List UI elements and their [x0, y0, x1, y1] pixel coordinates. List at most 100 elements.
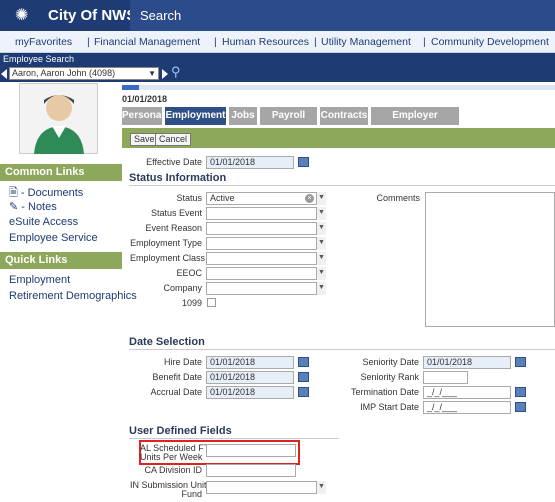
chevron-down-icon[interactable]: ▼ [316, 481, 326, 494]
tab-personal[interactable]: Personal [122, 107, 164, 125]
chevron-down-icon[interactable]: ▼ [316, 222, 326, 235]
tab-jobs[interactable]: Jobs [229, 107, 257, 125]
employee-select-value: Aaron, Aaron John (4098) [12, 68, 116, 78]
record-date: 01/01/2018 [122, 94, 168, 104]
city-logo-icon: ✺ [15, 7, 29, 24]
quick-link-retirement-demographics[interactable]: Retirement Demographics [9, 290, 137, 302]
nav-separator: | [314, 36, 317, 48]
seniority-rank-label: Seniority Rank [360, 372, 419, 382]
eeoc-label: EEOC [176, 268, 202, 278]
calendar-icon[interactable] [515, 402, 526, 412]
termination-date-field[interactable]: _/_/___ [423, 386, 511, 399]
calendar-icon[interactable] [298, 387, 309, 397]
chevron-down-icon[interactable]: ▼ [316, 207, 326, 220]
tab-contracts[interactable]: Contracts [320, 107, 368, 125]
global-search-input[interactable]: Search [130, 0, 555, 31]
status-label: Status [176, 193, 202, 203]
hire-date-field[interactable]: 01/01/2018 [206, 356, 294, 369]
tab-employer-reporting[interactable]: Employer Reporting [371, 107, 459, 139]
chevron-down-icon[interactable]: ▼ [316, 282, 326, 295]
documents-icon: 🗎 [9, 187, 18, 199]
cancel-button[interactable]: Cancel [155, 133, 192, 146]
eeoc-select[interactable] [206, 267, 326, 280]
next-employee-icon[interactable] [162, 69, 168, 79]
esuite-access-link[interactable]: eSuite Access [9, 216, 78, 228]
company-select[interactable] [206, 282, 326, 295]
benefit-date-field[interactable]: 01/01/2018 [206, 371, 294, 384]
record-progress-bar [122, 85, 555, 90]
calendar-icon[interactable] [298, 372, 309, 382]
accrual-date-label: Accrual Date [150, 387, 202, 397]
employment-class-select[interactable] [206, 252, 326, 265]
seniority-date-field[interactable]: 01/01/2018 [423, 356, 511, 369]
chevron-down-icon[interactable]: ▼ [316, 192, 326, 205]
employment-class-label: Employment Class [130, 253, 206, 263]
previous-employee-icon[interactable] [1, 69, 7, 79]
module-nav: myFavorites | Financial Management | Hum… [0, 31, 555, 53]
app-title: City Of NWS [48, 7, 137, 24]
nav-financial-management[interactable]: Financial Management [94, 36, 200, 48]
tab-payroll-data[interactable]: Payroll Data [260, 107, 317, 139]
status-event-label: Status Event [150, 208, 202, 218]
nav-separator: | [87, 36, 90, 48]
termination-date-label: Termination Date [350, 387, 419, 397]
quick-link-employment[interactable]: Employment [9, 274, 70, 286]
notes-icon: ✎ [9, 201, 19, 213]
ca-division-id-field[interactable] [206, 464, 296, 477]
nav-myfavorites[interactable]: myFavorites [15, 36, 72, 48]
comments-textarea[interactable] [425, 192, 555, 327]
status-information-title: Status Information [129, 172, 227, 184]
nav-separator: | [214, 36, 217, 48]
company-label: Company [163, 283, 202, 293]
calendar-icon[interactable] [298, 357, 309, 367]
chevron-down-icon: ▼ [148, 69, 156, 78]
nav-human-resources[interactable]: Human Resources [222, 36, 309, 48]
calendar-icon[interactable] [515, 387, 526, 397]
notes-link[interactable]: ✎ - Notes [9, 200, 57, 213]
al-scheduled-ft-label-line2: Units Per Week [140, 452, 203, 462]
effective-date-field[interactable]: 01/01/2018 [206, 156, 294, 169]
event-reason-select[interactable] [206, 222, 326, 235]
clear-icon[interactable]: × [305, 194, 314, 203]
employee-select[interactable]: Aaron, Aaron John (4098) ▼ [9, 67, 159, 80]
section-divider [129, 438, 339, 439]
imp-start-date-label: IMP Start Date [360, 402, 419, 412]
status-event-select[interactable] [206, 207, 326, 220]
chevron-down-icon[interactable]: ▼ [316, 267, 326, 280]
nav-community-development[interactable]: Community Development [431, 36, 549, 48]
employee-search-header: Employee Search [0, 53, 555, 66]
effective-date-label: Effective Date [146, 157, 202, 167]
date-selection-title: Date Selection [129, 336, 205, 348]
imp-start-date-field[interactable]: _/_/___ [423, 401, 511, 414]
calendar-icon[interactable] [298, 157, 309, 167]
al-scheduled-ft-field[interactable] [206, 444, 296, 457]
event-reason-label: Event Reason [145, 223, 202, 233]
quick-links-header: Quick Links [0, 252, 122, 269]
record-progress-fill [122, 85, 140, 90]
section-divider [129, 185, 555, 186]
calendar-icon[interactable] [515, 357, 526, 367]
section-divider [129, 349, 555, 350]
accrual-date-field[interactable]: 01/01/2018 [206, 386, 294, 399]
seniority-rank-field[interactable] [423, 371, 468, 384]
tab-employment[interactable]: Employment [165, 107, 226, 125]
chevron-down-icon[interactable]: ▼ [316, 237, 326, 250]
status-value: Active [210, 193, 235, 203]
1099-checkbox[interactable] [207, 298, 216, 307]
tab-bar: Personal Employment Jobs Payroll Data Co… [122, 107, 555, 139]
employee-service-link[interactable]: Employee Service [9, 232, 98, 244]
chevron-down-icon[interactable]: ▼ [316, 252, 326, 265]
employment-type-select[interactable] [206, 237, 326, 250]
nav-utility-management[interactable]: Utility Management [321, 36, 411, 48]
notes-label: - Notes [21, 201, 57, 213]
1099-label: 1099 [181, 298, 202, 308]
ca-division-id-label: CA Division ID [144, 465, 202, 475]
seniority-date-label: Seniority Date [362, 357, 419, 367]
in-submission-unit-label-line2: Fund [181, 489, 202, 499]
in-submission-unit-select[interactable] [206, 481, 326, 494]
documents-label: - Documents [20, 187, 84, 199]
search-icon[interactable]: ⚲ [171, 64, 181, 80]
employment-type-label: Employment Type [130, 238, 202, 248]
hire-date-label: Hire Date [163, 357, 202, 367]
al-scheduled-ft-label: AL Scheduled FT Units Per Week [140, 444, 209, 462]
